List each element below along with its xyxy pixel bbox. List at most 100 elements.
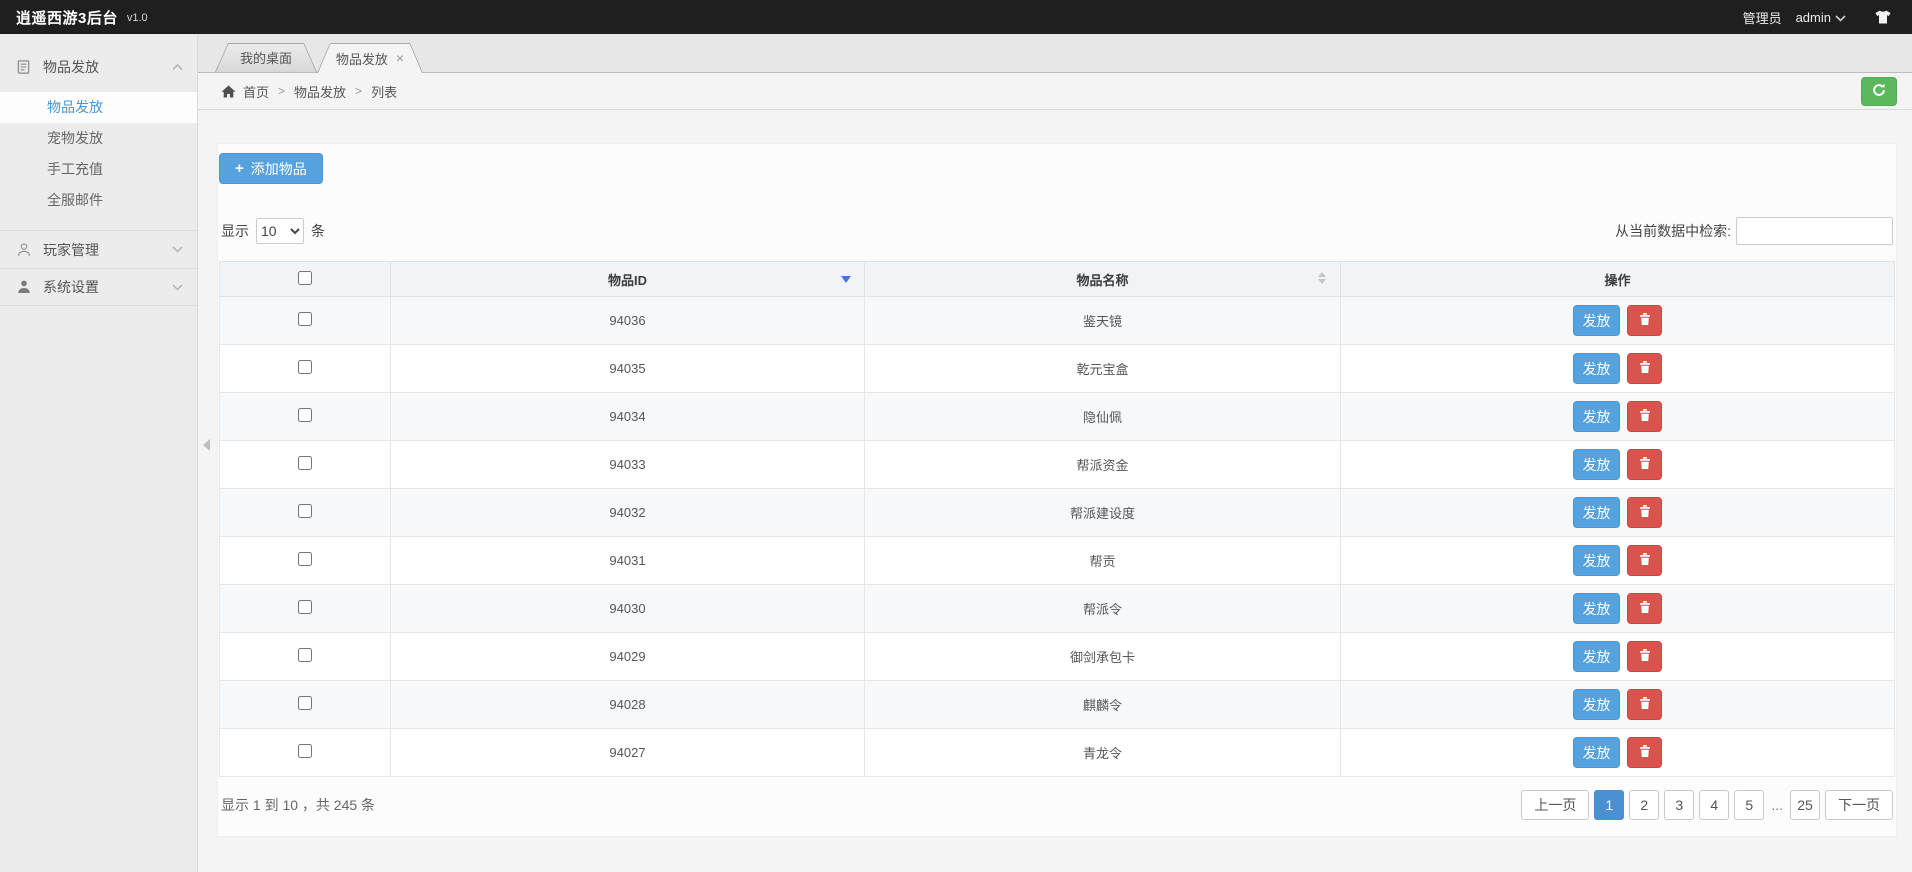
- trash-icon: [1638, 552, 1652, 569]
- tab-label: 物品发放: [336, 49, 388, 68]
- pagination-ellipsis: ...: [1769, 797, 1785, 813]
- row-checkbox[interactable]: [298, 504, 312, 518]
- pagination-page-2[interactable]: 2: [1629, 790, 1659, 820]
- grant-button[interactable]: 发放: [1573, 401, 1620, 432]
- refresh-button[interactable]: [1861, 77, 1897, 106]
- delete-button[interactable]: [1627, 593, 1662, 624]
- pagination-page-last[interactable]: 25: [1790, 790, 1820, 820]
- row-checkbox[interactable]: [298, 408, 312, 422]
- row-actions-cell: 发放: [1341, 489, 1895, 537]
- grant-button[interactable]: 发放: [1573, 545, 1620, 576]
- column-label: 操作: [1604, 273, 1630, 288]
- table-row: 94034 隐仙佩 发放: [220, 393, 1895, 441]
- row-actions-cell: 发放: [1341, 681, 1895, 729]
- grant-button[interactable]: 发放: [1573, 593, 1620, 624]
- username: admin: [1796, 10, 1831, 25]
- breadcrumb-home[interactable]: 首页: [243, 82, 269, 101]
- top-bar: 逍遥西游3后台 v1.0 管理员 admin: [0, 0, 1912, 34]
- item-name-cell: 帮贡: [865, 537, 1341, 585]
- grant-button[interactable]: 发放: [1573, 689, 1620, 720]
- pagination-page-5[interactable]: 5: [1734, 790, 1764, 820]
- row-checkbox[interactable]: [298, 312, 312, 326]
- sidebar-group-player-management[interactable]: 玩家管理: [0, 230, 197, 268]
- chevron-down-icon: [172, 246, 183, 253]
- select-all-checkbox[interactable]: [298, 271, 312, 285]
- breadcrumb-section[interactable]: 物品发放: [294, 82, 346, 101]
- grant-button[interactable]: 发放: [1573, 449, 1620, 480]
- row-actions-cell: 发放: [1341, 633, 1895, 681]
- delete-button[interactable]: [1627, 545, 1662, 576]
- sidebar-item-server-mail[interactable]: 全服邮件: [0, 185, 197, 216]
- row-checkbox[interactable]: [298, 696, 312, 710]
- sidebar-group-item-grant[interactable]: 物品发放: [0, 48, 197, 86]
- search-label: 从当前数据中检索:: [1615, 221, 1731, 241]
- column-label: 物品ID: [608, 273, 647, 288]
- row-actions-cell: 发放: [1341, 297, 1895, 345]
- delete-button[interactable]: [1627, 449, 1662, 480]
- sort-icon: [1318, 272, 1326, 284]
- row-checkbox[interactable]: [298, 552, 312, 566]
- grant-button[interactable]: 发放: [1573, 641, 1620, 672]
- column-header-item-name[interactable]: 物品名称: [865, 262, 1341, 297]
- pagination-prev[interactable]: 上一页: [1521, 790, 1589, 820]
- row-checkbox-cell: [220, 537, 391, 585]
- form-list-icon: [16, 59, 34, 75]
- chevron-down-icon: [172, 284, 183, 291]
- item-name-cell: 麒麟令: [865, 681, 1341, 729]
- home-icon[interactable]: [221, 85, 236, 98]
- table-row: 94032 帮派建设度 发放: [220, 489, 1895, 537]
- show-label: 显示: [221, 221, 249, 241]
- chevron-down-icon: [1835, 10, 1846, 25]
- row-checkbox[interactable]: [298, 600, 312, 614]
- pagination-page-4[interactable]: 4: [1699, 790, 1729, 820]
- row-actions-cell: 发放: [1341, 537, 1895, 585]
- trash-icon: [1638, 696, 1652, 713]
- sidebar-group-system-settings[interactable]: 系统设置: [0, 268, 197, 306]
- item-id-cell: 94034: [391, 393, 865, 441]
- sidebar-item-item-grant[interactable]: 物品发放: [0, 92, 197, 123]
- delete-button[interactable]: [1627, 401, 1662, 432]
- pagination-page-3[interactable]: 3: [1664, 790, 1694, 820]
- row-checkbox[interactable]: [298, 744, 312, 758]
- user-dropdown[interactable]: admin: [1796, 10, 1846, 25]
- close-icon[interactable]: ×: [396, 51, 404, 65]
- row-checkbox-cell: [220, 441, 391, 489]
- trash-icon: [1638, 312, 1652, 329]
- sidebar-item-pet-grant[interactable]: 宠物发放: [0, 123, 197, 154]
- item-id-cell: 94030: [391, 585, 865, 633]
- grant-button[interactable]: 发放: [1573, 353, 1620, 384]
- sidebar-collapse-handle[interactable]: [199, 430, 213, 460]
- role-label: 管理员: [1743, 8, 1782, 27]
- pagination-page-1[interactable]: 1: [1594, 790, 1624, 820]
- tab-my-desktop[interactable]: 我的桌面: [215, 43, 317, 72]
- grant-button[interactable]: 发放: [1573, 497, 1620, 528]
- list-controls: 显示 10 条 从当前数据中检索:: [219, 217, 1895, 245]
- delete-button[interactable]: [1627, 305, 1662, 336]
- app-shell: 物品发放 物品发放 宠物发放 手工充值 全服邮件 玩家管理 系统设置: [0, 34, 1912, 872]
- grant-button[interactable]: 发放: [1573, 305, 1620, 336]
- grant-button[interactable]: 发放: [1573, 737, 1620, 768]
- delete-button[interactable]: [1627, 497, 1662, 528]
- delete-button[interactable]: [1627, 641, 1662, 672]
- table-row: 94036 鉴天镜 发放: [220, 297, 1895, 345]
- tab-item-grant[interactable]: 物品发放 ×: [317, 43, 423, 73]
- column-header-item-id[interactable]: 物品ID: [391, 262, 865, 297]
- pagination-next[interactable]: 下一页: [1825, 790, 1893, 820]
- delete-button[interactable]: [1627, 353, 1662, 384]
- page-size-select[interactable]: 10: [256, 218, 304, 244]
- sidebar-item-manual-recharge[interactable]: 手工充值: [0, 154, 197, 185]
- breadcrumb-separator: >: [278, 84, 285, 98]
- delete-button[interactable]: [1627, 689, 1662, 720]
- item-id-cell: 94029: [391, 633, 865, 681]
- delete-button[interactable]: [1627, 737, 1662, 768]
- theme-shirt-icon[interactable]: [1874, 10, 1892, 24]
- table-header-row: 物品ID 物品名称 操作: [220, 262, 1895, 297]
- add-item-button[interactable]: + 添加物品: [219, 153, 323, 184]
- breadcrumb-separator: >: [355, 84, 362, 98]
- row-checkbox[interactable]: [298, 456, 312, 470]
- row-checkbox[interactable]: [298, 360, 312, 374]
- search-input[interactable]: [1736, 217, 1893, 245]
- row-checkbox[interactable]: [298, 648, 312, 662]
- main-area: 我的桌面 物品发放 × 首页 > 物品发放 > 列表: [198, 34, 1912, 872]
- item-id-cell: 94033: [391, 441, 865, 489]
